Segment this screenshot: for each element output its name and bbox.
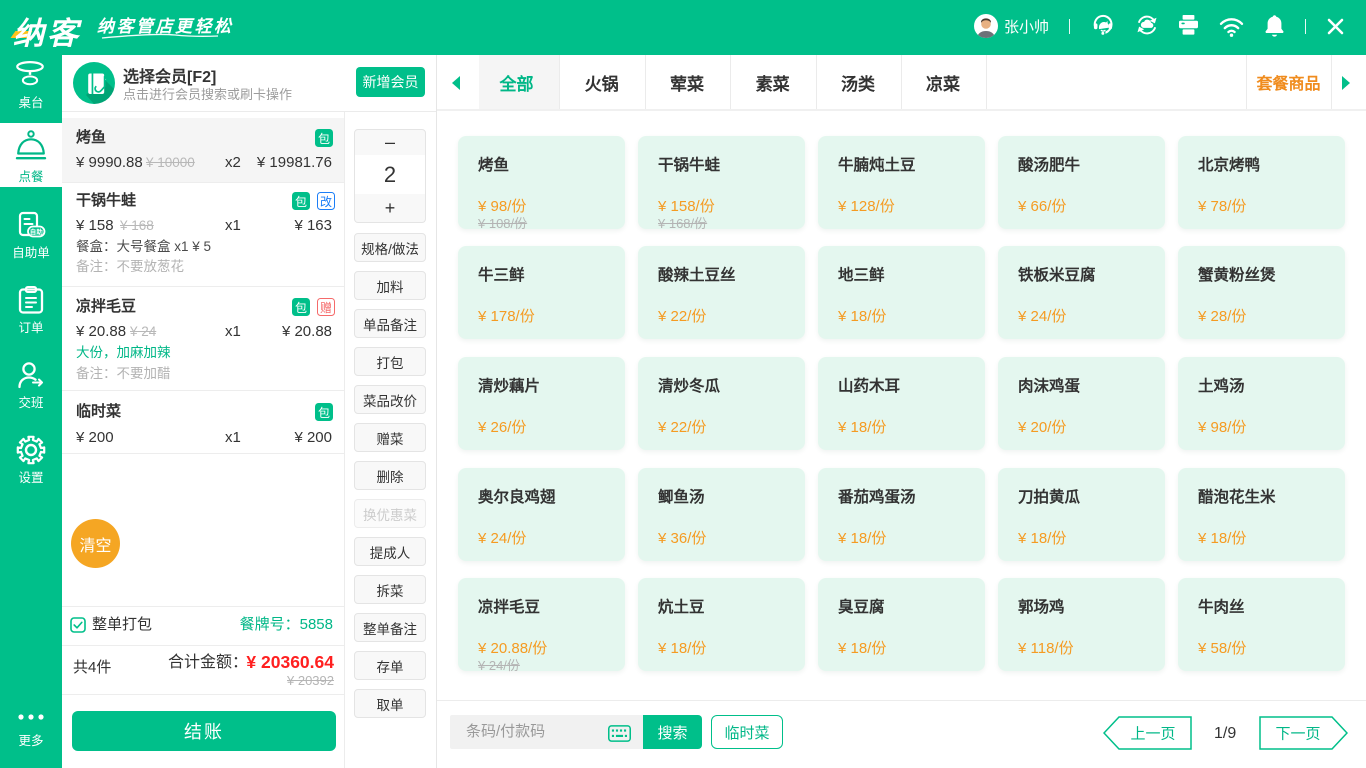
svg-text:下一页: 下一页 [1275,726,1320,743]
svg-text:自助: 自助 [30,227,44,236]
svg-text:上一页: 上一页 [1130,726,1175,743]
